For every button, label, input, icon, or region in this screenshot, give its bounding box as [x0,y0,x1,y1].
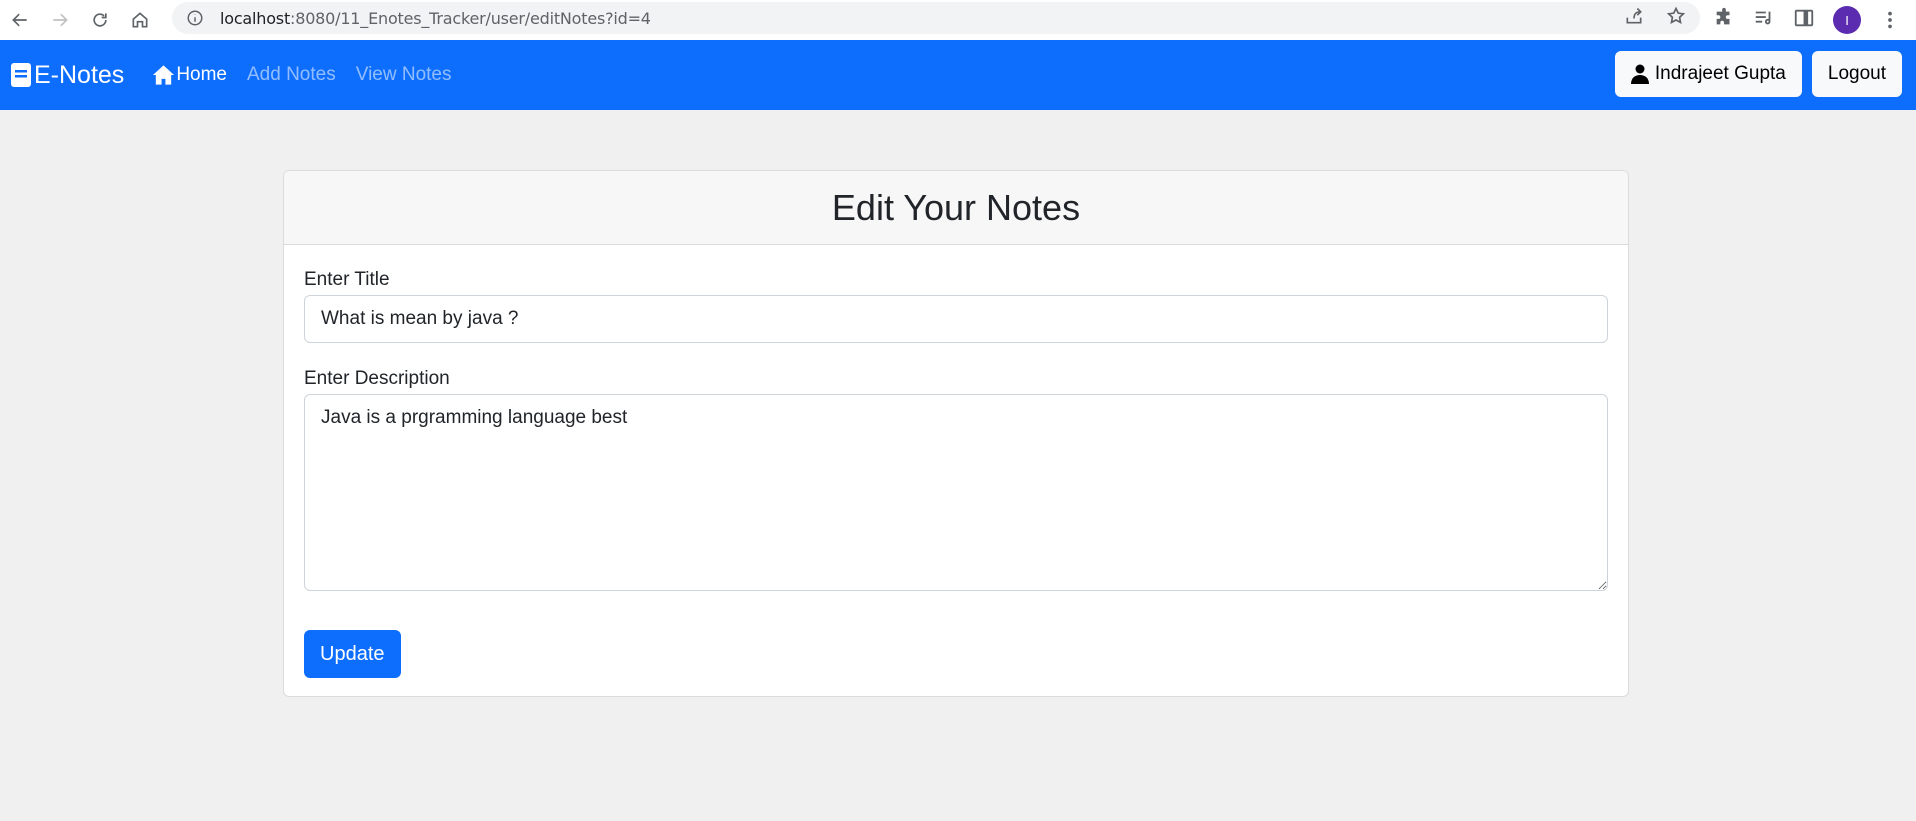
reload-icon[interactable] [80,0,120,40]
address-bar[interactable]: localhost:8080/11_Enotes_Tracker/user/ed… [172,2,1700,34]
page-title: Edit Your Notes [831,186,1081,228]
side-panel-icon[interactable] [1793,7,1815,34]
logout-button[interactable]: Logout [1811,51,1902,97]
home-browser-icon[interactable] [120,0,160,40]
nav-link-home[interactable]: Home [152,64,227,86]
notebook-icon [11,63,31,87]
bookmark-star-icon[interactable] [1666,6,1686,31]
share-icon[interactable] [1624,6,1644,31]
app-navbar: E-Notes Home Add Notes View Notes Indraj… [0,40,1916,110]
extensions-icon[interactable] [1713,7,1735,34]
title-input[interactable] [304,295,1608,343]
browser-toolbar: localhost:8080/11_Enotes_Tracker/user/ed… [0,0,1916,40]
nav-link-home-label: Home [176,64,227,85]
nav-link-view-notes[interactable]: View Notes [356,64,452,86]
description-textarea[interactable]: Java is a prgramming language best [304,394,1608,591]
card-header: Edit Your Notes [284,171,1628,245]
edit-notes-card: Edit Your Notes Enter Title Enter Descri… [283,170,1629,697]
nav-link-add-notes[interactable]: Add Notes [247,64,336,86]
media-queue-icon[interactable] [1753,7,1775,34]
title-label: Enter Title [304,269,390,290]
site-info-icon[interactable] [186,9,204,27]
description-label: Enter Description [304,368,450,389]
brand[interactable]: E-Notes [10,61,124,90]
edit-notes-form: Enter Title Enter Description Java is a … [284,269,1628,678]
profile-avatar[interactable]: I [1833,6,1861,34]
update-button[interactable]: Update [304,630,401,678]
browser-menu-icon[interactable] [1879,9,1901,31]
user-icon [1630,64,1649,84]
forward-icon[interactable] [40,0,80,40]
url-text: localhost:8080/11_Enotes_Tracker/user/ed… [220,8,651,28]
home-icon [153,65,175,85]
user-name-label: Indrajeet Gupta [1654,63,1786,84]
back-icon[interactable] [0,0,40,40]
user-profile-button[interactable]: Indrajeet Gupta [1614,51,1802,97]
brand-label: E-Notes [34,60,125,89]
